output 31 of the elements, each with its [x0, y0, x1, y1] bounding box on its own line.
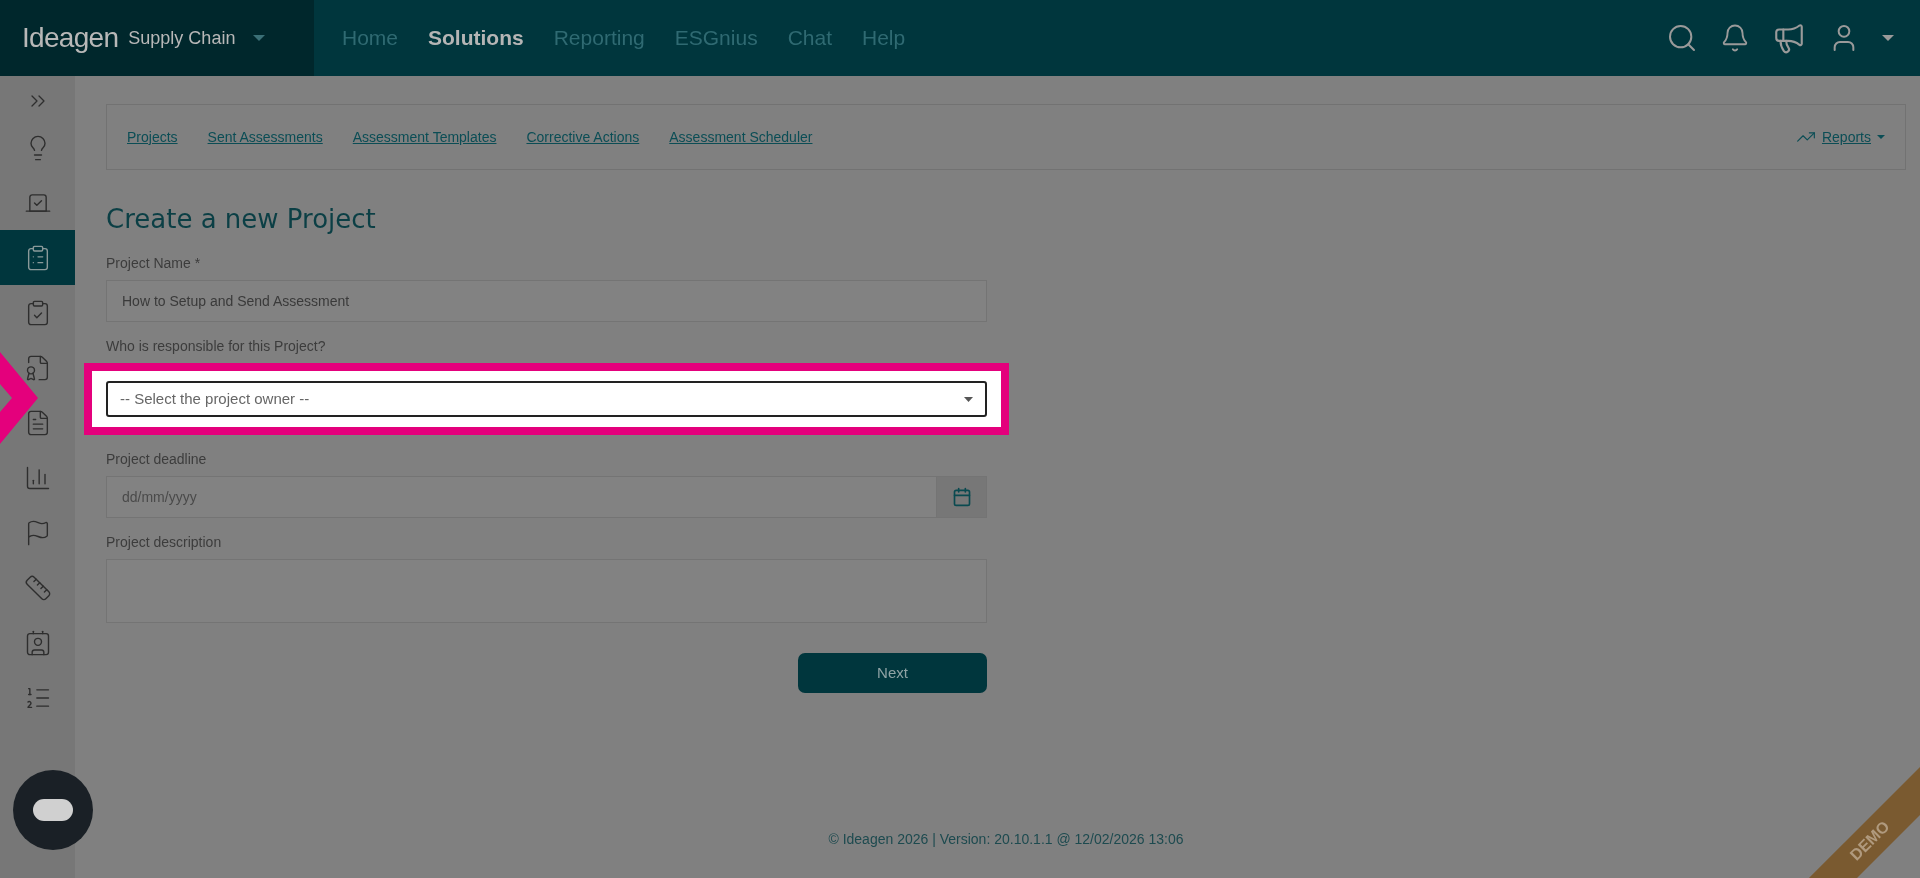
field-label: Project description: [106, 533, 222, 552]
calendar-button[interactable]: [937, 476, 987, 518]
field-label: Who is responsible for this Project?: [106, 337, 326, 356]
field-label: Project Name *: [106, 254, 201, 273]
field-label: Project deadline: [106, 450, 207, 469]
subnav-link[interactable]: Sent Assessments: [207, 126, 323, 148]
brand-logo[interactable]: Ideagen: [22, 17, 119, 59]
input-field[interactable]: How to Setup and Send Assessment: [106, 280, 987, 322]
caret-icon[interactable]: [253, 35, 266, 41]
chat-bubble-icon: [33, 799, 73, 821]
caret-icon[interactable]: [1882, 35, 1894, 41]
subnav-link[interactable]: Projects: [127, 126, 178, 148]
select-field[interactable]: -- Select the project owner --: [106, 381, 987, 417]
ruler-icon: [23, 573, 52, 602]
calendar-icon: [951, 487, 972, 507]
sidebar-item[interactable]: [0, 230, 75, 285]
search-icon[interactable]: [1666, 22, 1698, 54]
nav-link[interactable]: Solutions: [428, 22, 524, 54]
caret-icon: [1877, 135, 1885, 139]
caret-icon: [964, 396, 973, 402]
reports-link[interactable]: Reports: [1795, 126, 1885, 148]
date-field[interactable]: dd/mm/yyyy: [106, 476, 937, 518]
bell-icon[interactable]: [1720, 23, 1750, 53]
next-button[interactable]: Next: [798, 653, 987, 693]
subnav-link[interactable]: Corrective Actions: [526, 126, 640, 148]
page-title: Create a new Project: [106, 203, 377, 236]
subnav-link[interactable]: Assessment Templates: [352, 126, 497, 148]
footer-text: © Ideagen 2026 | Version: 20.10.1.1 @ 12/02/2026 13:06: [828, 830, 1184, 849]
product-name[interactable]: Supply Chain: [128, 24, 236, 52]
megaphone-icon[interactable]: [1772, 21, 1806, 55]
subnav-link[interactable]: Assessment Scheduler: [669, 126, 813, 148]
